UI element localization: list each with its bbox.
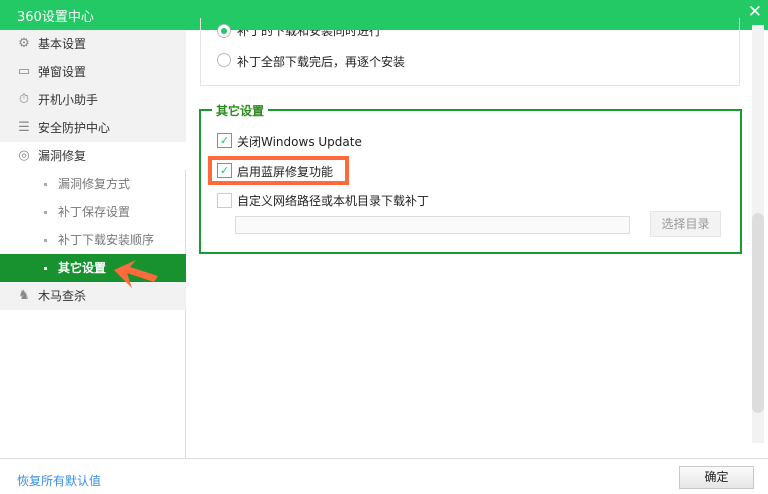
annotation-arrow-icon <box>114 260 158 288</box>
group-title: 其它设置 <box>212 102 269 119</box>
patch-icon: ◎ <box>18 148 30 163</box>
sidebar-item-label: 弹窗设置 <box>38 65 87 79</box>
bullet-icon <box>44 211 47 214</box>
sidebar-item-startup[interactable]: ⏱ 开机小助手 <box>0 86 186 114</box>
restore-defaults-link[interactable]: 恢复所有默认值 <box>17 472 101 489</box>
sidebar-item-basic[interactable]: ⚙ 基本设置 <box>0 30 186 58</box>
path-input[interactable] <box>235 216 630 234</box>
sidebar-item-label: 基本设置 <box>38 37 87 51</box>
ok-button[interactable]: 确定 <box>679 466 754 489</box>
footer <box>0 458 768 494</box>
close-windows-update-label: 关闭Windows Update <box>237 135 362 149</box>
pick-directory-button[interactable]: 选择目录 <box>650 211 721 237</box>
gear-icon: ⚙ <box>18 36 30 51</box>
sidebar-item-vuln[interactable]: ◎ 漏洞修复 <box>0 142 186 170</box>
horse-icon: ♞ <box>18 288 30 303</box>
subitem-label: 补丁下载安装顺序 <box>58 233 155 247</box>
window-icon: ▭ <box>17 64 31 79</box>
custom-path-label: 自定义网络路径或本机目录下载补丁 <box>237 194 430 208</box>
bsod-repair-label: 启用蓝屏修复功能 <box>237 165 334 179</box>
bullet-icon <box>44 183 47 186</box>
install-order-panel <box>200 18 740 86</box>
sidebar-subitem-install-order[interactable]: 补丁下载安装顺序 <box>0 226 186 254</box>
scrollbar-thumb[interactable] <box>752 213 764 413</box>
bullet-icon <box>44 239 47 242</box>
sidebar-subitem-patch-save[interactable]: 补丁保存设置 <box>0 198 186 226</box>
subitem-label: 其它设置 <box>58 261 107 275</box>
sidebar-item-label: 漏洞修复 <box>38 149 87 163</box>
stopwatch-icon: ⏱ <box>18 92 30 107</box>
window-title: 360设置中心 <box>17 10 94 25</box>
radio-sequential[interactable] <box>217 53 231 67</box>
close-icon[interactable]: ✕ <box>748 2 762 22</box>
close-windows-update-checkbox[interactable]: ✓ <box>217 133 232 148</box>
custom-path-checkbox[interactable] <box>217 193 232 208</box>
subitem-label: 漏洞修复方式 <box>58 177 131 191</box>
radio-sequential-label: 补丁全部下载完后，再逐个安装 <box>237 55 406 69</box>
bsod-repair-checkbox[interactable]: ✓ <box>217 163 232 178</box>
sidebar-item-label: 木马查杀 <box>38 289 87 303</box>
sidebar-item-label: 开机小助手 <box>38 93 99 107</box>
shield-grid-icon: ☰ <box>18 120 30 135</box>
sidebar-item-popup[interactable]: ▭ 弹窗设置 <box>0 58 186 86</box>
sidebar: ⚙ 基本设置 ▭ 弹窗设置 ⏱ 开机小助手 ☰ 安全防护中心 ◎ 漏洞修复 漏洞修复方式 … <box>0 30 186 458</box>
radio-simultaneous[interactable] <box>217 24 231 38</box>
sidebar-item-security[interactable]: ☰ 安全防护中心 <box>0 114 186 142</box>
bullet-icon <box>44 267 47 270</box>
subitem-label: 补丁保存设置 <box>58 205 131 219</box>
sidebar-subitem-repair-mode[interactable]: 漏洞修复方式 <box>0 170 186 198</box>
sidebar-item-label: 安全防护中心 <box>38 121 111 135</box>
